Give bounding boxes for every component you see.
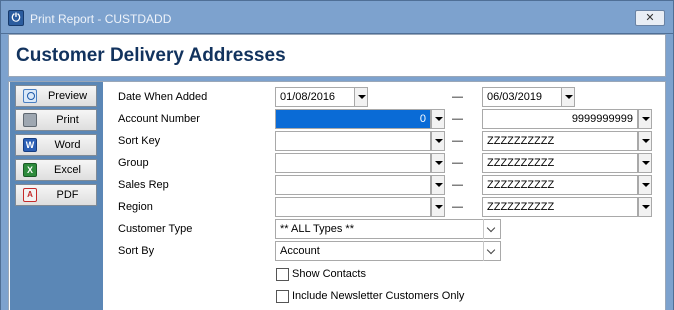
region-to-field[interactable]: ZZZZZZZZZZ: [482, 197, 638, 217]
sort-by-select[interactable]: Account: [275, 241, 501, 261]
sort-key-to-dropdown[interactable]: [638, 131, 652, 151]
date-added-to-dropdown[interactable]: [561, 87, 575, 107]
close-button[interactable]: ✕: [635, 10, 665, 26]
account-number-label: Account Number: [118, 113, 200, 125]
print-button-label: Print: [56, 114, 79, 126]
sort-by-chevron-down-icon[interactable]: [483, 241, 500, 261]
preview-button[interactable]: Preview: [15, 85, 97, 107]
show-contacts-label: Show Contacts: [292, 268, 366, 280]
sidebar: Preview Print W Word X Excel A PDF: [10, 82, 103, 310]
excel-button-label: Excel: [54, 164, 81, 176]
sales-rep-to-field[interactable]: ZZZZZZZZZZ: [482, 175, 638, 195]
group-from-field[interactable]: [275, 153, 431, 173]
window-title: Print Report - CUSTDADD: [30, 12, 172, 26]
date-added-label: Date When Added: [118, 91, 208, 103]
account-number-from-dropdown[interactable]: [431, 109, 445, 129]
excel-button[interactable]: X Excel: [15, 159, 97, 181]
range-separator: —: [452, 91, 463, 103]
range-separator: —: [452, 179, 463, 191]
date-added-to-field[interactable]: 06/03/2019: [482, 87, 562, 107]
word-button[interactable]: W Word: [15, 134, 97, 156]
sales-rep-label: Sales Rep: [118, 179, 169, 191]
region-from-field[interactable]: [275, 197, 431, 217]
include-newsletter-label: Include Newsletter Customers Only: [292, 290, 465, 302]
page-title: Customer Delivery Addresses: [16, 45, 286, 66]
customer-type-label: Customer Type: [118, 223, 193, 235]
sort-key-to-field[interactable]: ZZZZZZZZZZ: [482, 131, 638, 151]
group-label: Group: [118, 157, 149, 169]
magnifier-icon: [23, 89, 37, 103]
range-separator: —: [452, 113, 463, 125]
preview-button-label: Preview: [47, 90, 88, 102]
printer-icon: [23, 113, 37, 127]
pdf-icon: A: [23, 188, 37, 202]
power-icon: ⏻: [8, 10, 24, 26]
region-from-dropdown[interactable]: [431, 197, 445, 217]
account-number-from-field[interactable]: 0: [275, 109, 431, 129]
region-to-dropdown[interactable]: [638, 197, 652, 217]
include-newsletter-checkbox[interactable]: [276, 290, 289, 303]
show-contacts-checkbox[interactable]: [276, 268, 289, 281]
excel-icon: X: [23, 163, 37, 177]
window-titlebar: ⏻ Print Report - CUSTDADD ✕: [0, 0, 674, 34]
sort-by-label: Sort By: [118, 245, 155, 257]
group-to-field[interactable]: ZZZZZZZZZZ: [482, 153, 638, 173]
sales-rep-from-dropdown[interactable]: [431, 175, 445, 195]
region-label: Region: [118, 201, 153, 213]
account-number-to-dropdown[interactable]: [638, 109, 652, 129]
sales-rep-to-dropdown[interactable]: [638, 175, 652, 195]
date-added-from-field[interactable]: 01/08/2016: [275, 87, 355, 107]
group-from-dropdown[interactable]: [431, 153, 445, 173]
word-icon: W: [23, 138, 37, 152]
group-to-dropdown[interactable]: [638, 153, 652, 173]
sort-key-from-field[interactable]: [275, 131, 431, 151]
word-button-label: Word: [54, 139, 81, 151]
account-number-to-field[interactable]: 9999999999: [482, 109, 638, 129]
date-added-from-dropdown[interactable]: [354, 87, 368, 107]
report-header: Customer Delivery Addresses: [8, 34, 666, 77]
customer-type-select[interactable]: ** ALL Types **: [275, 219, 501, 239]
range-separator: —: [452, 201, 463, 213]
sales-rep-from-field[interactable]: [275, 175, 431, 195]
sort-key-from-dropdown[interactable]: [431, 131, 445, 151]
sort-key-label: Sort Key: [118, 135, 161, 147]
range-separator: —: [452, 157, 463, 169]
customer-type-chevron-down-icon[interactable]: [483, 219, 500, 239]
pdf-button[interactable]: A PDF: [15, 184, 97, 206]
range-separator: —: [452, 135, 463, 147]
print-button[interactable]: Print: [15, 109, 97, 131]
pdf-button-label: PDF: [56, 189, 79, 201]
